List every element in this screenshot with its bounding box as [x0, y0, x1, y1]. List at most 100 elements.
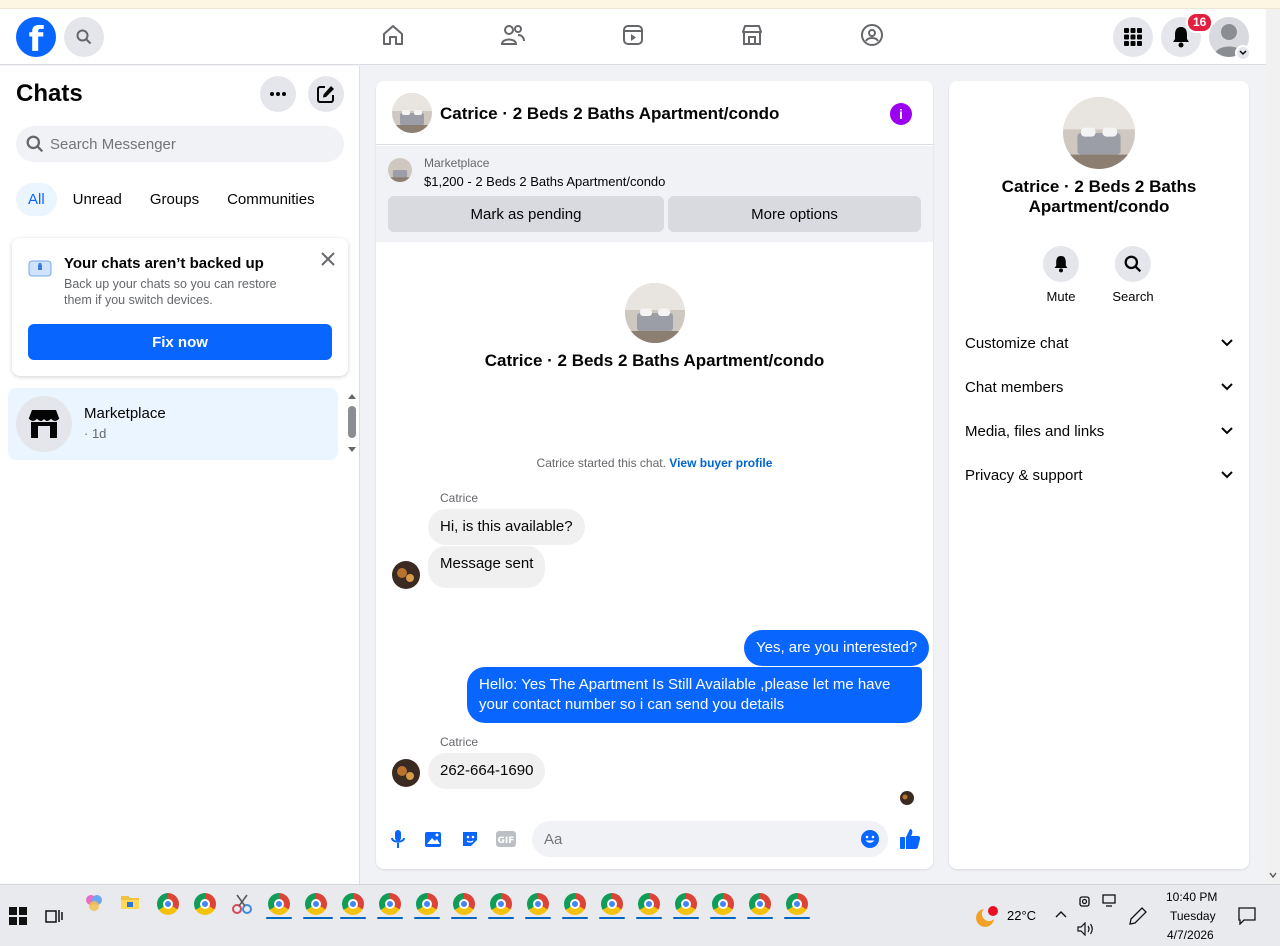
message-bubble-incoming[interactable]: 262-664-1690 — [428, 753, 546, 789]
notification-center-icon[interactable] — [1238, 907, 1256, 925]
pen-icon[interactable] — [1129, 907, 1147, 925]
chevron-up-icon[interactable] — [1055, 910, 1067, 918]
message-bubble-outgoing[interactable]: Yes, are you interested? — [744, 630, 930, 666]
page-scrollbar[interactable] — [1266, 9, 1280, 884]
section-media-files-links[interactable]: Media, files and links — [965, 419, 1233, 443]
chrome-icon[interactable] — [490, 893, 512, 915]
tab-unread[interactable]: Unread — [61, 183, 134, 216]
chrome-icon[interactable] — [675, 893, 697, 915]
tab-groups[interactable]: Groups — [138, 183, 211, 216]
voice-clip-button[interactable] — [386, 827, 410, 851]
emoji-icon[interactable] — [860, 829, 880, 849]
chrome-icon[interactable] — [453, 893, 475, 915]
listing-title[interactable]: $1,200 - 2 Beds 2 Baths Apartment/condo — [424, 174, 665, 189]
like-button[interactable] — [898, 827, 922, 851]
account-chevron[interactable] — [1235, 45, 1251, 61]
close-icon[interactable] — [321, 252, 335, 266]
sender-avatar[interactable] — [392, 759, 420, 787]
chrome-icon[interactable] — [749, 893, 771, 915]
chrome-icon[interactable] — [194, 893, 216, 915]
message-input-box[interactable] — [532, 821, 888, 857]
view-buyer-profile-link[interactable]: View buyer profile — [669, 456, 772, 470]
section-privacy-support[interactable]: Privacy & support — [965, 463, 1233, 487]
chrome-icon[interactable] — [564, 893, 586, 915]
backup-title: Your chats aren’t backed up — [64, 255, 264, 272]
windows-start-icon[interactable] — [9, 907, 27, 925]
chrome-icon[interactable] — [416, 893, 438, 915]
chrome-icon[interactable] — [527, 893, 549, 915]
message-bubble-incoming[interactable]: Message sent — [428, 546, 546, 588]
chrome-icon[interactable] — [379, 893, 401, 915]
message-input[interactable] — [544, 830, 844, 848]
video-nav[interactable] — [619, 21, 647, 49]
scroll-down-arrow[interactable] — [347, 446, 357, 454]
tab-communities[interactable]: Communities — [215, 183, 327, 216]
scroll-down-arrow[interactable] — [1269, 872, 1277, 878]
chat-details-panel: Catrice · 2 Beds 2 Baths Apartment/condo… — [949, 81, 1249, 869]
sticker-button[interactable] — [458, 827, 482, 851]
scroll-up-arrow[interactable] — [347, 392, 357, 400]
chrome-icon[interactable] — [712, 893, 734, 915]
mute-button[interactable] — [1043, 246, 1079, 282]
profile-avatar[interactable] — [625, 283, 685, 343]
conversation-avatar[interactable] — [392, 93, 432, 133]
more-options-button[interactable]: More options — [668, 196, 921, 232]
groups-nav[interactable] — [858, 21, 886, 49]
network-icon[interactable] — [1102, 894, 1118, 908]
chat-item-marketplace[interactable]: Marketplace · 1d — [8, 388, 338, 460]
message-bubble-outgoing[interactable]: Hello: Yes The Apartment Is Still Availa… — [467, 667, 922, 723]
info-icon[interactable]: i — [890, 103, 912, 125]
running-indicator — [747, 917, 773, 919]
friends-nav[interactable] — [499, 21, 527, 49]
chrome-icon[interactable] — [157, 893, 179, 915]
chevron-down-icon — [1221, 383, 1233, 391]
search-input[interactable] — [50, 135, 320, 153]
chrome-icon[interactable] — [305, 893, 327, 915]
marketplace-nav[interactable] — [738, 21, 766, 49]
file-explorer-icon[interactable] — [120, 893, 140, 911]
details-avatar[interactable] — [1063, 97, 1135, 169]
menu-button[interactable] — [1113, 17, 1153, 57]
home-nav[interactable] — [379, 21, 407, 49]
section-customize-chat[interactable]: Customize chat — [965, 331, 1233, 355]
gif-icon: GIF — [496, 831, 516, 847]
conversation-title[interactable]: Catrice · 2 Beds 2 Baths Apartment/condo — [440, 104, 779, 124]
section-chat-members[interactable]: Chat members — [965, 375, 1233, 399]
search-action[interactable]: Search — [1103, 246, 1163, 304]
listing-thumbnail[interactable] — [388, 158, 412, 182]
tab-all[interactable]: All — [16, 183, 57, 216]
chrome-icon[interactable] — [268, 893, 290, 915]
weather-icon[interactable] — [974, 905, 1000, 931]
sender-avatar[interactable] — [392, 561, 420, 589]
chat-options-button[interactable] — [260, 76, 296, 112]
mute-action[interactable]: Mute — [1031, 246, 1091, 304]
attach-photo-button[interactable] — [422, 827, 446, 851]
mark-pending-button[interactable]: Mark as pending — [388, 196, 664, 232]
marketplace-label: Marketplace — [424, 156, 490, 170]
running-indicator — [488, 917, 514, 919]
snipping-tool-icon[interactable] — [231, 893, 253, 915]
task-view-icon[interactable] — [45, 907, 63, 925]
chat-list-scrollbar[interactable] — [348, 406, 356, 438]
message-bubble-incoming[interactable]: Hi, is this available? — [428, 509, 585, 545]
chrome-icon[interactable] — [342, 893, 364, 915]
facebook-logo[interactable]: f — [16, 17, 56, 57]
search-button[interactable] — [64, 17, 104, 57]
volume-icon[interactable] — [1077, 922, 1095, 936]
clock-time[interactable]: 10:40 PM — [1166, 890, 1217, 904]
chrome-icon[interactable] — [638, 893, 660, 915]
fix-now-button[interactable]: Fix now — [28, 324, 332, 360]
camera-icon[interactable] — [1079, 894, 1093, 908]
weather-temp[interactable]: 22°C — [1007, 908, 1036, 923]
cloud-backup-icon — [28, 260, 52, 277]
new-message-button[interactable] — [308, 76, 344, 112]
search-in-chat-button[interactable] — [1115, 246, 1151, 282]
clock-date[interactable]: 4/7/2026 — [1167, 928, 1214, 942]
clock-day[interactable]: Tuesday — [1170, 909, 1216, 923]
gif-button[interactable]: GIF — [494, 827, 518, 851]
copilot-icon[interactable] — [84, 893, 104, 913]
video-icon — [623, 25, 643, 45]
chrome-icon[interactable] — [786, 893, 808, 915]
chrome-icon[interactable] — [601, 893, 623, 915]
messenger-search[interactable] — [16, 126, 344, 162]
